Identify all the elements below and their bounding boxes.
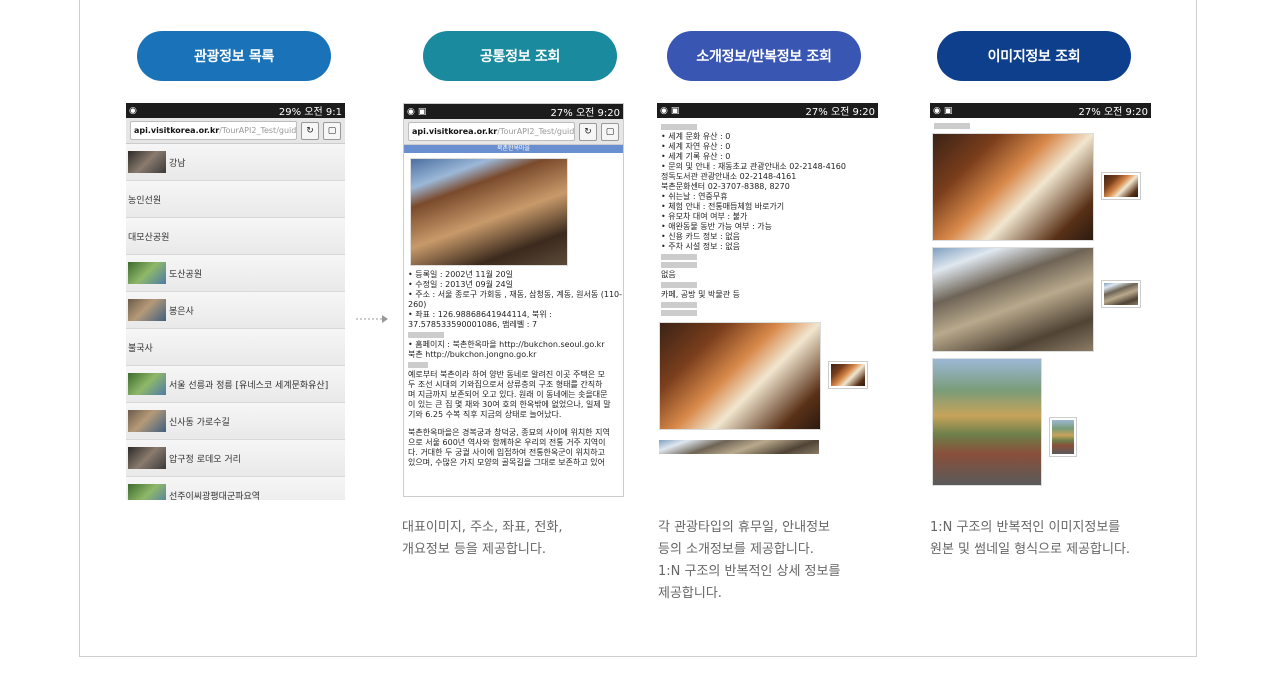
battery-level: 27% — [805, 107, 828, 118]
image-original[interactable] — [932, 247, 1094, 352]
image-thumbnail[interactable] — [829, 362, 867, 388]
common-info-pill[interactable]: 공통정보 조회 — [423, 31, 617, 81]
app-icon: ◉ — [660, 105, 668, 116]
tabs-icon[interactable]: ▢ — [323, 121, 341, 140]
common-info-screenshot: ◉ ▣ 27% 오전 9:20 api.visitkorea.or.kr/Tour… — [403, 103, 624, 497]
image-original[interactable] — [932, 358, 1042, 486]
list-item[interactable]: 농인선원 — [126, 181, 345, 218]
url-bar[interactable]: api.visitkorea.or.kr/TourAPI2_Test/guid … — [404, 119, 623, 145]
image-info-description: 1:N 구조의 반복적인 이미지정보를 원본 및 썸네일 형식으로 제공합니다. — [930, 520, 1131, 557]
image-thumbnail[interactable] — [1050, 418, 1076, 456]
reload-icon[interactable]: ↻ — [301, 121, 319, 140]
extra-value: 카페, 공방 및 박물관 등 — [661, 290, 740, 299]
app-icon: ◉ — [407, 106, 415, 117]
info-lines: • 등록일 : 2002년 11월 20일 • 수정일 : 2013년 09월 … — [408, 270, 623, 467]
image-icon: ▣ — [670, 105, 680, 116]
list-item[interactable]: 압구정 로데오 거리 — [126, 440, 345, 477]
intro-lines: • 세계 문화 유산 : 0 • 세계 자연 유산 : 0 • 세계 기록 유산… — [661, 132, 846, 251]
tourism-list-pill[interactable]: 관광정보 목록 — [137, 31, 331, 81]
image-icon: ▣ — [417, 106, 427, 117]
common-info-description: 대표이미지, 주소, 좌표, 전화, 개요정보 등을 제공합니다. — [402, 520, 563, 557]
status-bar: ◉ ▣ 27% 오전 9:20 — [404, 104, 623, 119]
clock: 오전 9:20 — [575, 108, 620, 119]
image-icon: ▣ — [943, 105, 953, 116]
list-item[interactable]: 강남 — [126, 144, 345, 181]
image-original[interactable] — [932, 133, 1094, 241]
intro-info-pill[interactable]: 소개정보/반복정보 조회 — [667, 31, 861, 81]
intro-info-description: 각 관광타입의 휴무일, 안내정보 등의 소개정보를 제공합니다. 1:N 구조… — [658, 520, 841, 601]
main-photo — [410, 158, 568, 266]
clock: 오전 9:20 — [1103, 107, 1148, 118]
image-thumbnail[interactable] — [1102, 173, 1140, 199]
list-item[interactable]: 서울 선릉과 정릉 [유네스코 세계문화유산] — [126, 366, 345, 403]
thumbnail — [128, 447, 166, 469]
arrow-right-icon — [356, 315, 388, 323]
image-original[interactable] — [659, 440, 819, 454]
thumbnail — [128, 151, 166, 173]
thumbnail — [128, 410, 166, 432]
battery-level: 27% — [550, 108, 573, 119]
detail-header: 북촌한옥마을 — [404, 145, 623, 153]
url-bar[interactable]: api.visitkorea.or.kr/TourAPI2_Test/guid … — [126, 118, 345, 144]
url-field[interactable]: api.visitkorea.or.kr/TourAPI2_Test/guid — [408, 122, 575, 141]
app-icon: ◉ — [933, 105, 941, 116]
reload-icon[interactable]: ↻ — [579, 122, 597, 141]
thumbnail — [128, 299, 166, 321]
list-screenshot: ◉ 29% 오전 9:1 api.visitkorea.or.kr/TourAP… — [126, 103, 345, 500]
image-thumbnail[interactable] — [1102, 281, 1140, 307]
image-info-pill[interactable]: 이미지정보 조회 — [937, 31, 1131, 81]
tabs-icon[interactable]: ▢ — [601, 122, 619, 141]
battery-level: 29% — [278, 107, 302, 118]
thumbnail — [128, 484, 166, 500]
app-icon: ◉ — [129, 105, 137, 116]
url-field[interactable]: api.visitkorea.or.kr/TourAPI2_Test/guid — [130, 121, 297, 140]
list-item[interactable]: 선주이씨광평대군파요역 — [126, 477, 345, 500]
intro-info-screenshot: ◉ ▣ 27% 오전 9:20 • 세계 문화 유산 : 0 • 세계 자연 유산… — [657, 103, 878, 499]
status-bar: ◉ ▣ 27% 오전 9:20 — [930, 103, 1151, 118]
list-item[interactable]: 불국사 — [126, 329, 345, 366]
status-bar: ◉ ▣ 27% 오전 9:20 — [657, 103, 878, 118]
clock: 오전 9:1 — [304, 107, 342, 118]
list-item[interactable]: 봉은사 — [126, 292, 345, 329]
clock: 오전 9:20 — [830, 107, 875, 118]
image-info-screenshot: ◉ ▣ 27% 오전 9:20 — [930, 103, 1151, 499]
image-original[interactable] — [659, 322, 821, 430]
list-item[interactable]: 신사동 가로수길 — [126, 403, 345, 440]
thumbnail — [128, 373, 166, 395]
extra-value: 없음 — [661, 270, 676, 279]
battery-level: 27% — [1078, 107, 1101, 118]
list-item[interactable]: 대모산공원 — [126, 218, 345, 255]
list-item[interactable]: 도산공원 — [126, 255, 345, 292]
status-bar: ◉ 29% 오전 9:1 — [126, 103, 345, 118]
thumbnail — [128, 262, 166, 284]
